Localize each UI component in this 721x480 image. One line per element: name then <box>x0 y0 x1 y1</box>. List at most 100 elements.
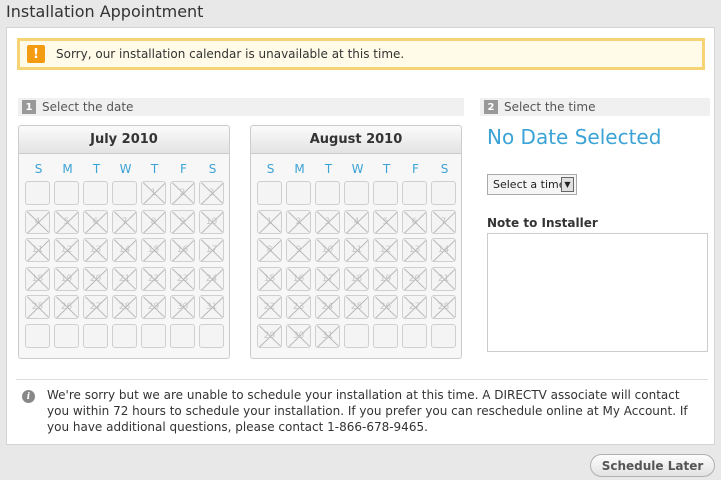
calendar-day-empty <box>25 323 50 348</box>
calendar-day-unavailable: 11 <box>344 238 369 262</box>
calendar-day-unavailable: 28 <box>431 295 456 319</box>
appointment-panel: ! Sorry, our installation calendar is un… <box>6 27 715 445</box>
calendar-day-unavailable: 20 <box>402 266 427 291</box>
calendar-week-row: 29 30 31 <box>257 323 461 353</box>
calendar-day-unavailable: 6 <box>83 209 108 234</box>
calendar-week-row: 18 19 20 21 22 23 24 <box>25 266 229 296</box>
calendar-day-unavailable: 30 <box>170 295 195 319</box>
warning-icon: ! <box>27 45 45 63</box>
calendar-day-unavailable: 14 <box>112 238 137 262</box>
info-message: We're sorry but we are unable to schedul… <box>47 388 688 434</box>
calendar-day-unavailable: 15 <box>141 238 166 262</box>
calendar-day-unavailable: 22 <box>141 266 166 291</box>
calendar-week-row: 22 23 24 25 26 27 28 <box>257 295 461 324</box>
calendar-week-row <box>257 181 461 210</box>
calendar-week-row: 1234567 <box>257 209 461 239</box>
page-title: Installation Appointment <box>6 2 204 21</box>
note-to-installer-input[interactable] <box>487 233 708 352</box>
calendar-day-unavailable: 27 <box>83 295 108 319</box>
calendar-day-unavailable: 5 <box>54 209 79 234</box>
selected-date-display: No Date Selected <box>487 125 662 149</box>
calendar-day-unavailable: 14 <box>431 238 456 262</box>
calendar-day-unavailable: 24 <box>199 266 224 291</box>
calendar-day-unavailable: 4 <box>344 209 369 234</box>
calendar-august: August 2010 SMTWTFS 1 2 3 4 5 6 7 8 9 10 11 12 13 14 1… <box>250 125 462 359</box>
calendar-day-unavailable: 2 <box>170 181 195 205</box>
calendar-day-empty <box>402 181 427 205</box>
calendar-week-row: 11 12 13 14 15 16 17 <box>25 238 229 267</box>
weekday-label: M <box>294 162 305 176</box>
weekday-label: T <box>324 162 333 176</box>
step-select-date: 1 Select the date <box>18 98 464 116</box>
calendar-day-unavailable: 22 <box>257 295 282 319</box>
calendar-day-empty <box>431 181 456 205</box>
calendar-day-empty <box>112 323 137 348</box>
calendar-day-unavailable: 1 <box>257 209 282 234</box>
weekday-header-row: SMTWTFS <box>251 162 461 178</box>
calendar-day-empty <box>257 181 282 205</box>
calendar-day-unavailable: 21 <box>431 266 456 291</box>
calendar-day-unavailable: 19 <box>54 266 79 291</box>
step-select-time: 2 Select the time <box>480 98 710 116</box>
calendar-day-unavailable: 20 <box>83 266 108 291</box>
calendar-week-row: 123 <box>25 181 229 210</box>
weekday-label: F <box>412 162 419 176</box>
calendar-day-unavailable: 26 <box>54 295 79 319</box>
calendar-week-row: 15 16 17 18 19 20 21 <box>257 266 461 296</box>
weekday-label: T <box>150 162 159 176</box>
calendar-day-empty <box>344 323 369 348</box>
calendar-day-unavailable: 17 <box>315 266 340 291</box>
weekday-label: S <box>34 162 43 176</box>
calendar-day-unavailable: 15 <box>257 266 282 291</box>
weekday-label: W <box>351 162 364 176</box>
calendar-july: July 2010 SMTWTFS 1 2 3 4 5 6 7 8 9 10 11 12 13 14 15 1… <box>18 125 230 359</box>
weekday-label: M <box>62 162 73 176</box>
calendar-day-unavailable: 11 <box>25 238 50 262</box>
calendar-day-unavailable: 3 <box>315 209 340 234</box>
calendar-day-unavailable: 13 <box>402 238 427 262</box>
calendar-week-row: 4 5 6 7 8 9 10 <box>25 209 229 239</box>
calendar-day-unavailable: 24 <box>315 295 340 319</box>
calendar-day-unavailable: 30 <box>286 323 311 348</box>
calendar-day-empty <box>199 323 224 348</box>
calendar-day-unavailable: 31 <box>199 295 224 319</box>
calendar-day-empty <box>83 181 108 205</box>
calendar-day-unavailable: 25 <box>344 295 369 319</box>
calendar-day-unavailable: 31 <box>315 323 340 348</box>
day-grid: 1 2 3 4 5 6 7 8 9 10 11 12 13 14 15 16 17 18 19 20 21 22 23 24 2… <box>251 181 461 352</box>
calendar-week-row <box>25 323 229 353</box>
weekday-label: S <box>440 162 449 176</box>
calendar-week-row: 25 26 27 28 29 30 31 <box>25 295 229 324</box>
calendar-day-unavailable: 8 <box>141 209 166 234</box>
time-select[interactable]: Select a time ▼ <box>487 174 577 195</box>
step-label: Select the date <box>42 100 134 114</box>
calendar-day-unavailable: 16 <box>170 238 195 262</box>
schedule-later-button[interactable]: Schedule Later <box>590 454 715 477</box>
calendar-day-unavailable: 29 <box>141 295 166 319</box>
calendar-day-unavailable: 12 <box>373 238 398 262</box>
calendar-day-unavailable: 10 <box>199 209 224 234</box>
calendar-day-unavailable: 2 <box>286 209 311 234</box>
calendar-day-unavailable: 27 <box>402 295 427 319</box>
calendar-day-empty <box>344 181 369 205</box>
calendar-day-unavailable: 13 <box>83 238 108 262</box>
alert-text: Sorry, our installation calendar is unav… <box>56 47 405 61</box>
calendar-day-empty <box>315 181 340 205</box>
calendar-day-unavailable: 6 <box>402 209 427 234</box>
weekday-header-row: SMTWTFS <box>19 162 229 178</box>
calendar-day-unavailable: 25 <box>25 295 50 319</box>
calendar-day-empty <box>286 181 311 205</box>
chevron-down-icon[interactable]: ▼ <box>561 177 574 192</box>
calendar-day-unavailable: 9 <box>170 209 195 234</box>
weekday-label: T <box>382 162 391 176</box>
calendar-day-unavailable: 7 <box>431 209 456 234</box>
calendar-day-empty <box>170 323 195 348</box>
calendar-day-empty <box>54 323 79 348</box>
calendar-day-unavailable: 23 <box>170 266 195 291</box>
calendar-day-unavailable: 21 <box>112 266 137 291</box>
calendar-day-empty <box>141 323 166 348</box>
weekday-label: F <box>180 162 187 176</box>
calendar-day-unavailable: 5 <box>373 209 398 234</box>
calendar-day-unavailable: 12 <box>54 238 79 262</box>
calendar-day-unavailable: 7 <box>112 209 137 234</box>
